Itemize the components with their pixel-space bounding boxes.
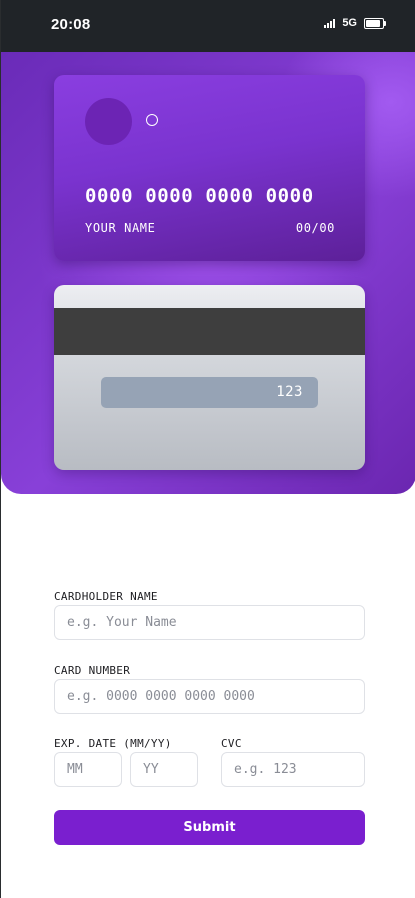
expiry-year-input[interactable]	[130, 752, 198, 787]
card-logo-circle-small	[146, 114, 158, 126]
card-number-label: CARD NUMBER	[54, 664, 131, 677]
expiry-date-label: EXP. DATE (MM/YY)	[54, 737, 172, 750]
battery-icon	[364, 17, 386, 29]
card-number-display: 0000 0000 0000 0000	[85, 185, 314, 207]
cvc-group: CVC	[221, 737, 365, 787]
status-bar: 20:08 5G	[1, 0, 415, 52]
signature-strip: 123	[101, 377, 318, 408]
cardholder-name-input[interactable]	[54, 605, 365, 640]
magnetic-stripe	[54, 308, 365, 355]
card-number-group: CARD NUMBER	[54, 664, 365, 714]
card-expiry-display: 00/00	[295, 221, 335, 235]
expiry-date-group: EXP. DATE (MM/YY)	[54, 737, 199, 787]
expiry-month-input[interactable]	[54, 752, 122, 787]
card-name-display: YOUR NAME	[85, 221, 156, 235]
submit-button[interactable]: Submit	[54, 810, 365, 845]
cardholder-name-group: CARDHOLDER NAME	[54, 590, 365, 640]
status-indicators: 5G	[324, 17, 386, 29]
cvc-label: CVC	[221, 737, 242, 750]
cvc-input[interactable]	[221, 752, 365, 787]
card-logo-circle-large	[85, 98, 132, 145]
app-screen: 20:08 5G 0000 0000 0000 0000 YOUR NAME 0…	[0, 0, 415, 898]
status-time: 20:08	[51, 16, 91, 33]
cardholder-name-label: CARDHOLDER NAME	[54, 590, 158, 603]
network-label: 5G	[342, 17, 357, 29]
card-front: 0000 0000 0000 0000 YOUR NAME 00/00	[54, 75, 365, 261]
card-back: 123	[54, 285, 365, 470]
card-cvc-display: 123	[276, 384, 303, 400]
expiry-inputs	[54, 752, 199, 787]
signal-icon	[324, 18, 338, 28]
card-number-input[interactable]	[54, 679, 365, 714]
